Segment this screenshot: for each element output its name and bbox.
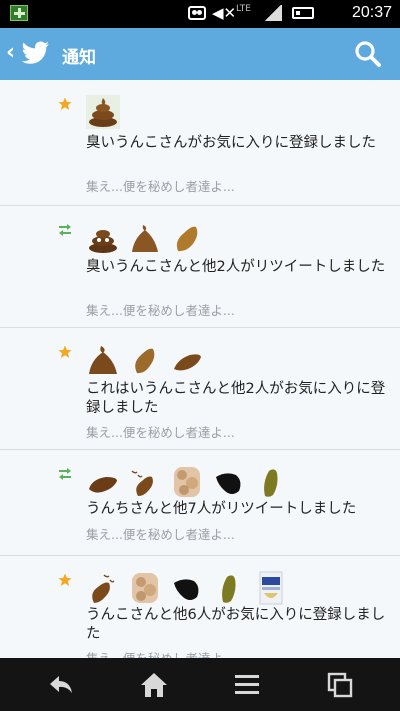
page-title: 通知 [62,48,96,68]
avatar[interactable] [128,221,162,255]
clock: 20:37 [351,4,392,21]
avatar[interactable] [128,571,162,605]
notification-item[interactable]: うんこさんと他6人がお気に入りに登録しました 集え...便を秘めし者達よ... [0,556,400,658]
signal-icon [264,5,282,21]
notification-list[interactable]: 臭いうんこさんがお気に入りに登録しました 集え...便を秘めし者達よ... 臭い… [0,80,400,658]
status-bar: ◀✕ LTE 20:37 [0,0,400,28]
avatar[interactable] [128,343,162,377]
avatar[interactable] [170,221,204,255]
notification-message: これはいうんこさんと他2人がお気に入りに登録しました [86,381,386,416]
avatar[interactable] [254,465,288,499]
tweet-snippet: 集え...便を秘めし者達よ... [86,527,235,542]
lte-label: LTE [236,4,251,14]
avatar[interactable] [86,221,120,255]
avatar[interactable] [212,571,246,605]
tweet-snippet: 集え...便を秘めし者達よ... [86,648,235,658]
twitter-bird-icon[interactable] [22,41,50,65]
tweet-snippet: 集え...便を秘めし者達よ... [86,179,235,194]
avatar[interactable] [254,571,288,605]
avatar-group [86,94,120,130]
notification-item[interactable]: 臭いうんこさんがお気に入りに登録しました 集え...便を秘めし者達よ... [0,80,400,206]
notification-message: 臭いうんこさんと他2人がリツイートしました [86,259,386,275]
system-nav-bar [0,658,400,711]
avatar[interactable] [86,465,120,499]
app-notification-icon [10,5,28,21]
menu-icon[interactable] [232,670,262,700]
notification-item[interactable]: うんちさんと他7人がリツイートしました 集え...便を秘めし者達よ... [0,450,400,556]
avatar-group [86,220,204,256]
avatar[interactable] [170,571,204,605]
status-icons: ◀✕ LTE [188,5,314,21]
avatar-group [86,464,288,500]
avatar[interactable] [128,465,162,499]
notification-item[interactable]: これはいうんこさんと他2人がお気に入りに登録しました 集え...便を秘めし者達よ… [0,328,400,450]
tweet-snippet: 集え...便を秘めし者達よ... [86,425,235,440]
retweet-icon [59,224,71,236]
favorite-star-icon [58,573,72,586]
avatar[interactable] [170,343,204,377]
notification-message: うんちさんと他7人がリツイートしました [86,501,357,517]
back-nav-icon[interactable] [46,670,76,700]
notification-message: 臭いうんこさんがお気に入りに登録しました [86,135,376,151]
app-bar: ‹ 通知 [0,28,400,80]
notification-item[interactable]: 臭いうんこさんと他2人がリツイートしました 集え...便を秘めし者達よ... [0,206,400,328]
avatar[interactable] [170,465,204,499]
avatar[interactable] [86,571,120,605]
back-icon[interactable]: ‹ [6,42,15,64]
battery-icon [292,7,314,19]
home-icon[interactable] [139,670,169,700]
search-icon[interactable] [354,40,382,68]
retweet-icon [59,468,71,480]
mute-icon: ◀✕ [212,4,237,22]
voicemail-icon [188,6,206,20]
tweet-snippet: 集え...便を秘めし者達よ... [86,303,235,318]
avatar[interactable] [86,343,120,377]
recent-apps-icon[interactable] [325,670,355,700]
favorite-star-icon [58,97,72,110]
avatar-group [86,570,288,606]
avatar[interactable] [212,465,246,499]
avatar-group [86,342,204,378]
avatar[interactable] [86,95,120,129]
favorite-star-icon [58,345,72,358]
notification-message: うんこさんと他6人がお気に入りに登録しました [86,607,386,642]
